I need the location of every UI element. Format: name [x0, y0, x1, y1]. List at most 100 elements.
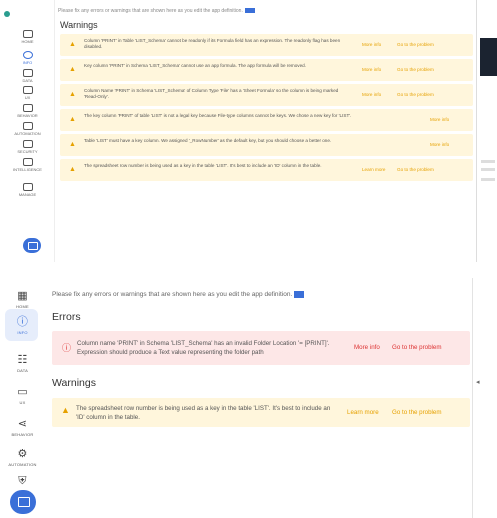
warning-item: ▲ The spreadsheet row number is being us… [60, 159, 473, 181]
shield-icon: ⛨ [18, 475, 27, 487]
go-to-problem-link[interactable]: Go to the problem [397, 167, 434, 172]
nav-label: BEHAVIOR [11, 432, 34, 437]
nav-item-automation[interactable]: ⚙ AUTOMATION [0, 448, 45, 467]
nav-item-ux[interactable]: ▭ UX [0, 386, 45, 405]
warning-text: The key column 'PRINT' of table 'LIST' i… [84, 113, 352, 118]
grid-icon [22, 30, 33, 38]
nav-item-security[interactable]: ⛨ [0, 475, 45, 489]
main-content: Please fix any errors or warnings that a… [52, 291, 470, 428]
nav-item-info[interactable]: ⓘ INFO [0, 316, 45, 335]
chat-button[interactable] [23, 238, 41, 253]
nav-item-data[interactable]: DATA [0, 69, 55, 83]
preview-line [481, 160, 495, 163]
more-info-link[interactable]: More info [354, 344, 380, 351]
warning-text: Table 'LIST' must have a key column. We … [84, 138, 332, 143]
nav-label: DATA [17, 368, 28, 373]
share-icon [22, 104, 33, 112]
info-icon: ⓘ [16, 316, 29, 328]
nav-item-ux[interactable]: UX [0, 86, 55, 100]
nav-label: HOME [16, 304, 29, 309]
nav-item-info[interactable]: INFO [0, 48, 55, 65]
bulb-icon [22, 158, 33, 166]
nav-label: BEHAVIOR [17, 113, 38, 118]
warning-text: The spreadsheet row number is being used… [84, 163, 322, 168]
nav-label: DATA [22, 78, 33, 83]
errors-heading: Errors [52, 311, 81, 324]
more-info-link[interactable]: More info [362, 92, 381, 97]
go-to-problem-link[interactable]: Go to the problem [392, 344, 442, 351]
share-icon: ⋖ [17, 418, 28, 430]
nav-label: AUTOMATION [8, 462, 37, 467]
warning-icon: ▲ [69, 141, 76, 148]
flag-icon [244, 8, 255, 14]
table-icon [22, 69, 33, 77]
nav-label: AUTOMATION [14, 131, 41, 136]
left-nav-rail: ▦ HOME ⓘ INFO ☷ DATA ▭ UX ⋖ BEHAVIOR ⚙ AUTOMAT… [0, 278, 45, 518]
nav-label: HOME [21, 39, 34, 44]
warning-icon: ▲ [69, 116, 76, 123]
main-content: Please fix any errors or warnings that a… [58, 8, 473, 184]
nav-label: SECURITY [17, 149, 38, 154]
nav-label: UX [24, 95, 31, 100]
preview-line [481, 168, 495, 171]
panel-gap [0, 262, 497, 278]
nav-item-data[interactable]: ☷ DATA [0, 354, 45, 373]
learn-more-link[interactable]: Learn more [362, 167, 386, 172]
more-info-link[interactable]: More info [430, 142, 449, 147]
error-text: Column name 'PRINT' in Schema 'LIST_Sche… [77, 340, 330, 357]
table-icon: ☷ [17, 354, 28, 366]
fix-notice-text: Please fix any errors or warnings that a… [58, 8, 243, 14]
screen-icon: ▭ [17, 386, 28, 398]
grid-icon: ▦ [17, 290, 28, 302]
warning-text: The spreadsheet row number is being used… [76, 405, 331, 422]
warnings-heading: Warnings [52, 377, 96, 390]
learn-more-link[interactable]: Learn more [347, 409, 379, 416]
more-info-link[interactable]: More info [362, 67, 381, 72]
bottom-screenshot-panel: ▦ HOME ⓘ INFO ☷ DATA ▭ UX ⋖ BEHAVIOR ⚙ AUTOMAT… [0, 278, 497, 518]
warning-text: Column 'PRINT' in Table 'LIST_Schema' ca… [84, 38, 341, 49]
nav-label: INFO [22, 60, 33, 65]
nav-label: INFO [17, 330, 28, 335]
chat-button[interactable] [10, 490, 36, 514]
robot-icon: ⚙ [17, 448, 28, 460]
go-to-problem-link[interactable]: Go to the problem [397, 42, 434, 47]
right-preview-strip [476, 0, 497, 262]
fix-notice: Please fix any errors or warnings that a… [58, 8, 473, 14]
warning-text: Column Name 'PRINT' in Schema 'LIST_Sche… [84, 88, 339, 99]
left-nav-rail: HOME INFO DATA UX BEHAVIOR AUTOMATION SE… [0, 0, 55, 262]
preview-line [481, 178, 495, 181]
robot-icon [22, 122, 33, 130]
collapse-chevron-icon[interactable]: ◂ [476, 378, 480, 386]
warning-icon: ▲ [69, 41, 76, 48]
nav-item-automation[interactable]: AUTOMATION [0, 122, 55, 136]
preview-image [480, 38, 497, 76]
warning-item: ▲ Key column 'PRINT' in Schema 'LIST_Sch… [60, 59, 473, 81]
warning-item: ▲ Column Name 'PRINT' in Schema 'LIST_Sc… [60, 84, 473, 106]
top-screenshot-panel: HOME INFO DATA UX BEHAVIOR AUTOMATION SE… [0, 0, 497, 262]
warning-item: ▲ The spreadsheet row number is being us… [52, 398, 470, 428]
nav-item-home[interactable]: ▦ HOME [0, 290, 45, 309]
nav-item-behavior[interactable]: ⋖ BEHAVIOR [0, 418, 45, 437]
nav-label: INTELLIGENCE [13, 167, 42, 172]
warnings-heading: Warnings [60, 20, 98, 30]
app-brand [4, 11, 12, 17]
nav-item-behavior[interactable]: BEHAVIOR [0, 104, 55, 118]
warning-item: ▲ Column 'PRINT' in Table 'LIST_Schema' … [60, 34, 473, 56]
nav-item-security[interactable]: SECURITY [0, 140, 55, 154]
fix-notice: Please fix any errors or warnings that a… [52, 291, 470, 298]
warning-icon: ▲ [69, 91, 76, 98]
go-to-problem-link[interactable]: Go to the problem [397, 92, 434, 97]
nav-label: UX [19, 400, 26, 405]
nav-item-intelligence[interactable]: INTELLIGENCE [0, 158, 55, 172]
more-info-link[interactable]: More info [362, 42, 381, 47]
warning-item: ▲ The key column 'PRINT' of table 'LIST'… [60, 109, 473, 131]
warning-icon: ▲ [69, 166, 76, 173]
go-to-problem-link[interactable]: Go to the problem [392, 409, 442, 416]
warning-icon: ▲ [61, 405, 70, 416]
nav-item-home[interactable]: HOME [0, 30, 55, 44]
go-to-problem-link[interactable]: Go to the problem [397, 67, 434, 72]
panel-divider [472, 278, 473, 518]
info-icon [22, 51, 33, 59]
more-info-link[interactable]: More info [430, 117, 449, 122]
nav-item-manage[interactable]: MANAGE [0, 183, 55, 197]
